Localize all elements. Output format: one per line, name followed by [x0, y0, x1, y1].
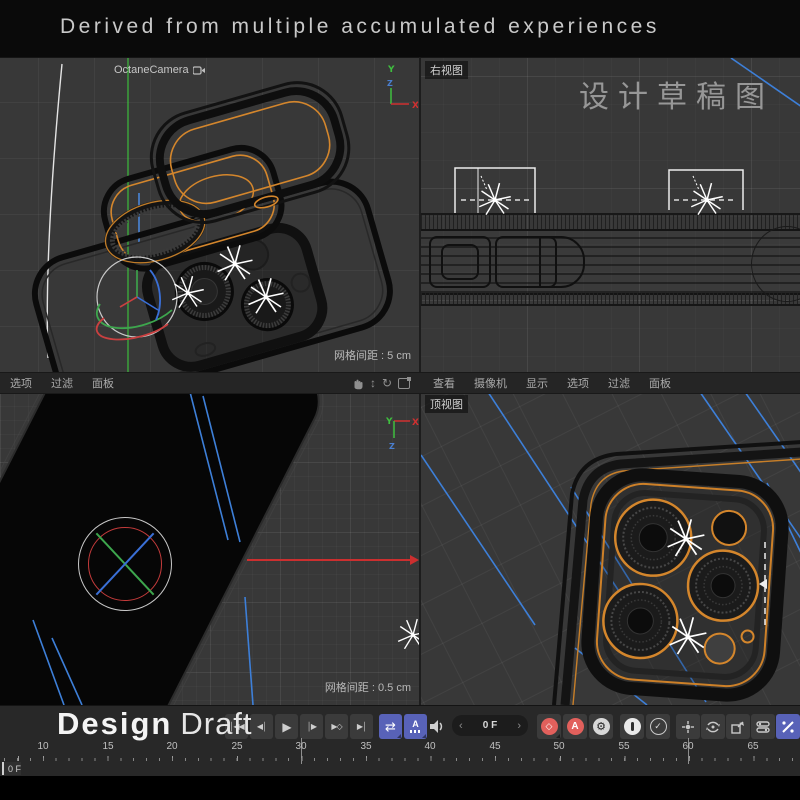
- sparkle: [691, 183, 723, 215]
- ruler-tick-label: 10: [37, 741, 48, 752]
- camera-icon: [193, 65, 206, 75]
- ruler-tick-label: 45: [489, 741, 500, 752]
- axis-z-label: Z: [389, 442, 395, 451]
- minimal-ruler-toggle-button[interactable]: [776, 714, 800, 739]
- exploded-case-wireframe: [0, 58, 419, 373]
- axis-x-label: X: [412, 101, 418, 111]
- rotate-view-icon[interactable]: ↻: [382, 377, 392, 389]
- menu-options[interactable]: 选项: [567, 375, 589, 391]
- record-keyframe-button[interactable]: ◇: [537, 714, 561, 739]
- app-window: Derived from multiple accumulated experi…: [0, 0, 800, 800]
- playhead[interactable]: 0 F: [2, 762, 21, 775]
- record-rotation-button[interactable]: [701, 714, 725, 739]
- next-frame-button[interactable]: │▶: [300, 714, 323, 739]
- right-viewport-menu: 查看 摄像机 显示 选项 过滤 面板: [433, 375, 690, 391]
- left-viewport-menu: 选项 过滤 面板: [10, 375, 133, 391]
- goto-start-button[interactable]: │◀◀: [225, 714, 248, 739]
- menu-camera[interactable]: 摄像机: [474, 375, 507, 391]
- ruler-tick-label: 20: [166, 741, 177, 752]
- keyframe-selection-button[interactable]: ✓: [646, 714, 670, 739]
- viewport-top-view[interactable]: 顶视图: [419, 392, 800, 705]
- ruler-tick-label: 15: [102, 741, 113, 752]
- ruler-tick-label: 65: [747, 741, 758, 752]
- previous-key-button[interactable]: ◀│: [250, 714, 273, 739]
- frame-increment[interactable]: ›: [517, 720, 521, 732]
- menu-panel[interactable]: 面板: [649, 375, 671, 391]
- keyframe-settings-button[interactable]: ⚙: [589, 714, 613, 739]
- camera-module: [585, 472, 785, 698]
- record-scale-button[interactable]: [726, 714, 750, 739]
- play-button[interactable]: ▶: [275, 714, 298, 739]
- frame-value: 0 F: [483, 720, 497, 731]
- ruler-tick-label: 55: [618, 741, 629, 752]
- current-frame-field[interactable]: ‹ 0 F ›: [452, 715, 528, 736]
- goto-end-button[interactable]: ▶│: [350, 714, 373, 739]
- axis-gizmo: Y X Z: [384, 414, 419, 454]
- grid-spacing-label: 网格间距 : 0.5 cm: [325, 679, 411, 695]
- menu-filter[interactable]: 过滤: [51, 375, 73, 391]
- animation-palette-button[interactable]: A: [404, 714, 427, 739]
- menu-display[interactable]: 显示: [526, 375, 548, 391]
- sparkle: [398, 619, 419, 649]
- axis-gizmo: Y Z X: [374, 62, 418, 112]
- menu-filter[interactable]: 过滤: [608, 375, 630, 391]
- autokey-button[interactable]: A: [563, 714, 587, 739]
- axis-y-label: Y: [387, 65, 395, 75]
- ruler-tick-label: 50: [553, 741, 564, 752]
- octane-camera-label[interactable]: OctaneCamera: [114, 64, 206, 76]
- sparkle: [479, 183, 511, 215]
- viewport-front-camera[interactable]: Y X Z 网格间距 : 0.5 cm: [0, 392, 419, 705]
- maximize-viewport-icon[interactable]: [398, 378, 410, 389]
- menu-view[interactable]: 查看: [433, 375, 455, 391]
- ruler-tick-label: 40: [424, 741, 435, 752]
- loop-playback-button[interactable]: ⇄: [379, 714, 402, 739]
- axis-z-label: Z: [387, 79, 393, 88]
- dolly-icon[interactable]: ↕: [370, 377, 376, 389]
- record-pla-button[interactable]: [620, 714, 644, 739]
- viewport-label[interactable]: 右视图: [425, 61, 468, 79]
- axis-x-label: X: [412, 418, 419, 428]
- watermark-text: 设计草稿图: [579, 72, 774, 116]
- top-banner: Derived from multiple accumulated experi…: [0, 0, 800, 57]
- design-draft-title: DesignDraft: [57, 706, 253, 742]
- menu-options[interactable]: 选项: [10, 375, 32, 391]
- record-position-button[interactable]: [676, 714, 700, 739]
- top-view-wireframe: [421, 392, 800, 705]
- viewport-perspective[interactable]: OctaneCamera Y Z X: [0, 57, 419, 373]
- play-to-key-button[interactable]: ▶◇: [325, 714, 348, 739]
- ruler-tick-label: 25: [231, 741, 242, 752]
- viewport-right-view[interactable]: 右视图 设计草稿图: [419, 57, 800, 373]
- frame-decrement[interactable]: ‹: [459, 720, 463, 732]
- record-parameter-button[interactable]: [751, 714, 775, 739]
- viewport-menubar: 选项 过滤 面板 ↕ ↻ 查看 摄像机 显示 选项 过滤 面板: [0, 372, 800, 394]
- sound-toggle-icon[interactable]: [428, 718, 446, 735]
- viewport-label[interactable]: 顶视图: [425, 395, 468, 413]
- menu-panel[interactable]: 面板: [92, 375, 114, 391]
- viewport-nav-icons: ↕ ↻: [351, 377, 417, 390]
- front-view-wires: [0, 392, 419, 705]
- animation-timeline: DesignDraft │◀◀ ◀│ ▶ │▶ ▶◇ ▶│ ⇄ A ‹ 0 F …: [0, 705, 800, 776]
- banner-title: Derived from multiple accumulated experi…: [60, 15, 660, 39]
- grid-spacing-label: 网格间距 : 5 cm: [334, 347, 411, 363]
- timeline-ruler[interactable]: 10 15 20 25 30 35 40 45 50 55 60 65: [0, 738, 800, 776]
- ruler-minor-ticks: [0, 758, 800, 761]
- ruler-tick-label: 35: [360, 741, 371, 752]
- pan-hand-icon[interactable]: [351, 377, 364, 390]
- axis-y-label: Y: [385, 417, 393, 427]
